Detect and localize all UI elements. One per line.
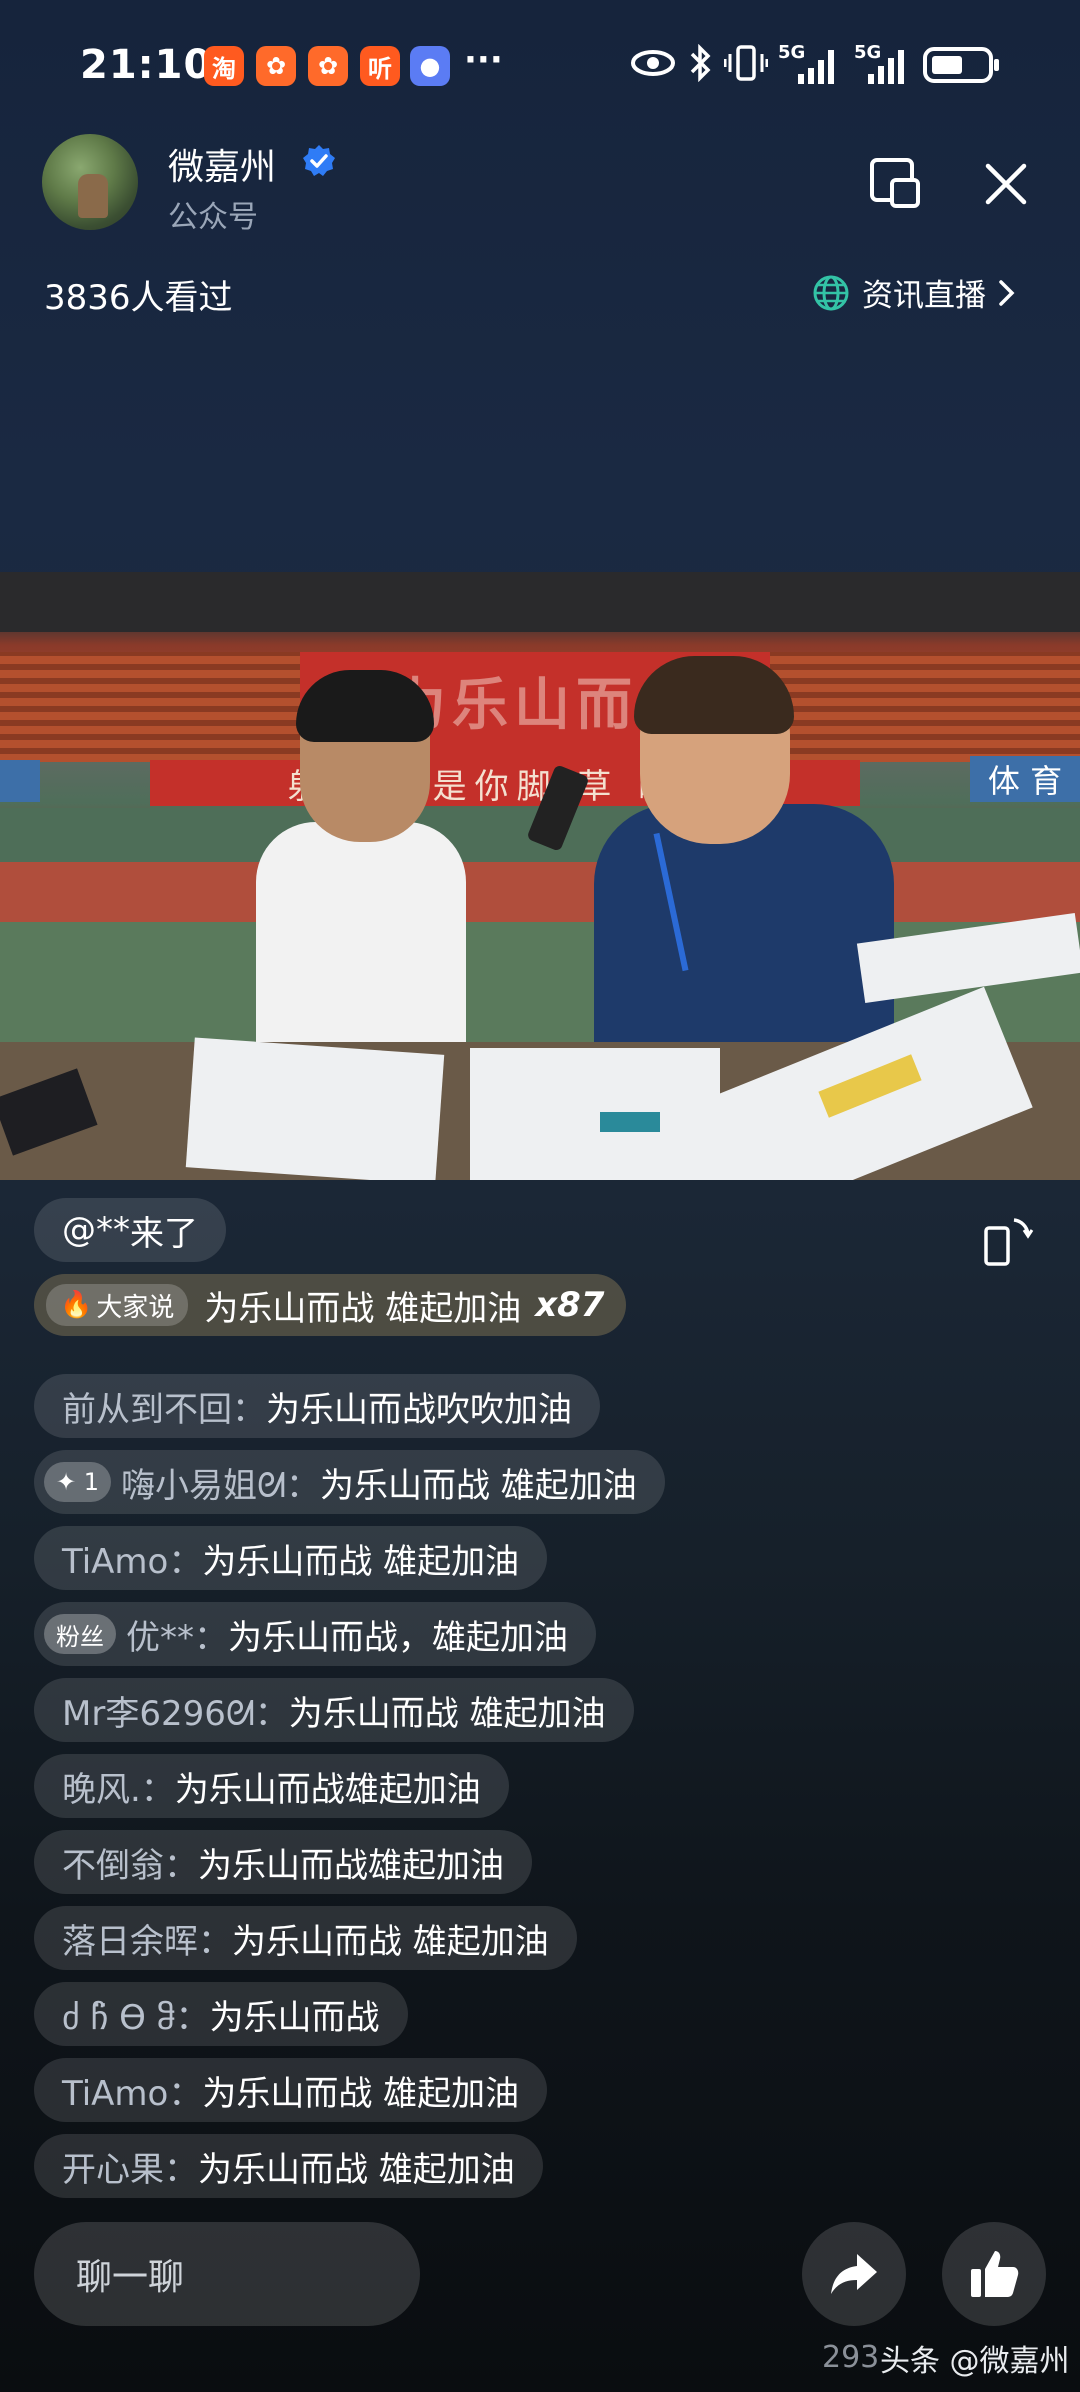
stadium-seats-right <box>770 652 1080 762</box>
chat-username: Mr李6296ᘛ： <box>62 1693 289 1734</box>
battery-icon <box>923 47 999 83</box>
chat-username: 晚风.： <box>62 1769 175 1810</box>
ting-icon: 听 <box>360 46 400 86</box>
chat-username: TiAmo： <box>62 1541 203 1582</box>
chat-text: 为乐山而战 雄起加油 <box>288 1693 606 1734</box>
hot-comment-count: x87 <box>535 1285 605 1325</box>
chat-username: 落日余晖： <box>62 1921 232 1962</box>
rotate-screen-icon[interactable] <box>980 1214 1036 1270</box>
arrival-text: 来了 <box>130 1213 198 1254</box>
bluetooth-icon <box>690 44 711 82</box>
account-name[interactable]: 微嘉州 <box>168 138 276 190</box>
globe-icon <box>813 275 849 310</box>
chat-input[interactable]: 聊一聊 <box>34 2222 420 2326</box>
chat-text: 为乐山而战吹吹加油 <box>266 1389 572 1430</box>
stadium-seats-left <box>0 652 300 762</box>
commentator-left <box>256 822 466 1072</box>
chat-message[interactable]: 落日余晖： 为乐山而战 雄起加油 <box>34 1906 577 1970</box>
commentator-right <box>594 804 894 1064</box>
clock: 21:10 <box>80 42 213 88</box>
chat-text: 为乐山而战 <box>209 1997 380 2038</box>
chat-message[interactable]: TiAmo： 为乐山而战 雄起加油 <box>34 1526 548 1590</box>
chevron-right-icon <box>999 279 1015 306</box>
chat-message[interactable]: 前从到不回： 为乐山而战吹吹加油 <box>34 1374 600 1438</box>
hot-comment-tag: 🔥 大家说 <box>46 1284 189 1326</box>
chat-text: 为乐山而战 雄起加油 <box>319 1465 637 1506</box>
chat-text: 为乐山而战雄起加油 <box>174 1769 481 1810</box>
hot-comment-tag-label: 大家说 <box>96 1292 175 1323</box>
category-label: 资讯直播 <box>862 278 986 314</box>
app-icon-2: ✿ <box>308 46 348 86</box>
hot-comment-text: 为乐山而战 雄起加油 <box>204 1288 522 1329</box>
hot-comment[interactable]: 🔥 大家说 为乐山而战 雄起加油 x87 <box>34 1274 627 1336</box>
side-banner-left <box>0 760 40 802</box>
chat-text: 为乐山而战 雄起加油 <box>232 1921 549 1962</box>
fire-icon: 🔥 <box>60 1290 93 1320</box>
chat-username: 优**： <box>126 1617 228 1658</box>
chat-username: TiAmo： <box>62 2073 203 2114</box>
chat-username: 嗨小易姐ᘛ： <box>121 1465 320 1506</box>
signal-icon-1 <box>798 50 834 84</box>
commentator-right-hair <box>634 656 794 734</box>
arrival-user: @** <box>62 1210 130 1250</box>
message-bubble-icon: ● <box>410 46 450 86</box>
chat-username: ძ ჩ̈ Ѳ ჵ： <box>62 1997 210 2038</box>
chat-message[interactable]: 晚风.： 为乐山而战雄起加油 <box>34 1754 509 1818</box>
chat-message[interactable]: 不倒翁： 为乐山而战雄起加油 <box>34 1830 532 1894</box>
chat-message[interactable]: Mr李6296ᘛ： 为乐山而战 雄起加油 <box>34 1678 634 1742</box>
chat-message[interactable]: ძ ჩ̈ Ѳ ჵ： 为乐山而战 <box>34 1982 408 2046</box>
verified-badge-icon <box>303 145 335 176</box>
signal-icon-2 <box>868 50 904 84</box>
watermark: 头条 @微嘉州 <box>880 2344 1070 2379</box>
floating-window-icon[interactable] <box>868 156 924 212</box>
chat-message[interactable]: 开心果： 为乐山而战 雄起加油 <box>34 2134 543 2198</box>
user-level-badge: 粉丝 <box>44 1614 116 1654</box>
chat-username: 前从到不回： <box>62 1389 266 1430</box>
taobao-icon: 淘 <box>204 46 244 86</box>
thumbs-up-icon <box>971 2251 1019 2297</box>
chat-text: 为乐山而战 雄起加油 <box>202 2073 520 2114</box>
viewer-count: 3836人看过 <box>44 278 233 318</box>
chat-username: 开心果： <box>62 2149 198 2190</box>
running-track <box>0 862 1080 922</box>
category-link[interactable]: 资讯直播 <box>812 270 1016 315</box>
chat-message[interactable]: 粉丝 优**： 为乐山而战，雄起加油 <box>34 1602 596 1666</box>
close-icon[interactable] <box>978 156 1034 212</box>
paper-sheet-1 <box>185 1037 445 1180</box>
user-level-badge: ✦ 1 <box>44 1462 112 1502</box>
chat-text: 为乐山而战，雄起加油 <box>228 1617 568 1658</box>
arrival-notice: @** 来了 <box>34 1198 226 1262</box>
chat-message[interactable]: TiAmo： 为乐山而战 雄起加油 <box>34 2058 548 2122</box>
app-icon-1: ✿ <box>256 46 296 86</box>
commentator-left-hair <box>296 670 434 742</box>
chat-username: 不倒翁： <box>62 1845 198 1886</box>
like-count: 293 <box>822 2340 880 2375</box>
like-button[interactable] <box>942 2222 1046 2326</box>
share-button[interactable] <box>802 2222 906 2326</box>
avatar[interactable] <box>42 134 138 230</box>
paper-highlight <box>600 1112 660 1132</box>
chat-text: 为乐山而战雄起加油 <box>198 1845 504 1886</box>
side-banner-right: 体 育 <box>970 756 1080 802</box>
chat-text: 为乐山而战 雄起加油 <box>202 1541 520 1582</box>
chat-text: 为乐山而战 雄起加油 <box>198 2149 515 2190</box>
account-type: 公众号 <box>168 200 258 235</box>
eye-icon <box>631 50 675 76</box>
live-video[interactable]: 为乐山而战 射王不 是你脚 草 瞬间 体 育 <box>0 572 1080 1180</box>
chat-message[interactable]: ✦ 1 嗨小易姐ᘛ： 为乐山而战 雄起加油 <box>34 1450 665 1514</box>
vibrate-icon <box>724 45 768 81</box>
status-bar: 21:10 淘 ✿ ✿ 听 ● ··· 5G 5G <box>0 40 1080 100</box>
share-arrow-icon <box>831 2254 877 2294</box>
paper-sheet-2 <box>470 1048 720 1180</box>
more-notifications-icon: ··· <box>464 40 503 80</box>
stadium-roof <box>0 572 1080 632</box>
